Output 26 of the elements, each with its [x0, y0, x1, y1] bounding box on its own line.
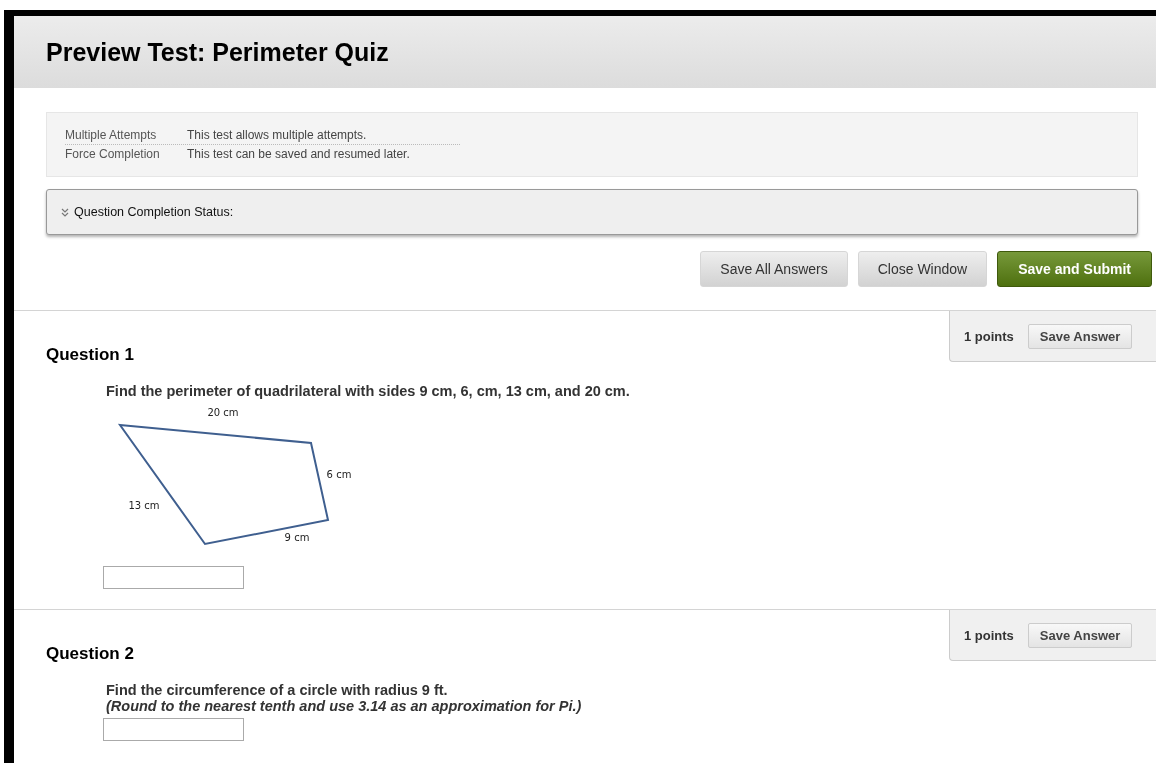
page-title: Preview Test: Perimeter Quiz [46, 37, 389, 67]
action-button[interactable]: Close Window [857, 251, 988, 287]
save-answer-button[interactable]: Save Answer [1027, 323, 1133, 349]
completion-status-bar[interactable]: Question Completion Status: [46, 189, 1138, 235]
question-text: Find the circumference of a circle with radius 9 ft. [106, 682, 449, 698]
answer-field[interactable] [103, 566, 244, 589]
instruction-label: Multiple Attempts [65, 128, 158, 142]
instruction-text: This test allows multiple attempts. [187, 128, 367, 142]
side-label: 13 cm [128, 500, 160, 511]
instruction-label: Force Completion [65, 147, 161, 161]
side-label: 6 cm [326, 469, 352, 480]
answer-field[interactable] [103, 718, 244, 741]
question-note: (Round to the nearest tenth and use 3.14 as an approximation for Pi.) [106, 698, 583, 714]
question-text: Find the perimeter of quadrilateral with sides 9 cm, 6, cm, 13 cm, and 20 cm. [106, 383, 631, 399]
question-title: Question 2 [46, 644, 135, 664]
side-label: 9 cm [284, 532, 310, 543]
chevron-icon [61, 207, 69, 217]
question-title: Question 1 [46, 345, 135, 365]
save-answer-button[interactable]: Save Answer [1027, 622, 1133, 648]
points-label: 1 points [964, 328, 1014, 344]
submit-button[interactable]: Save and Submit [997, 251, 1152, 287]
points-label: 1 points [964, 627, 1014, 643]
status-label: Question Completion Status: [74, 205, 234, 219]
action-button[interactable]: Save All Answers [700, 251, 848, 287]
side-label: 20 cm [207, 407, 239, 418]
instruction-text: This test can be saved and resumed later. [187, 147, 410, 161]
